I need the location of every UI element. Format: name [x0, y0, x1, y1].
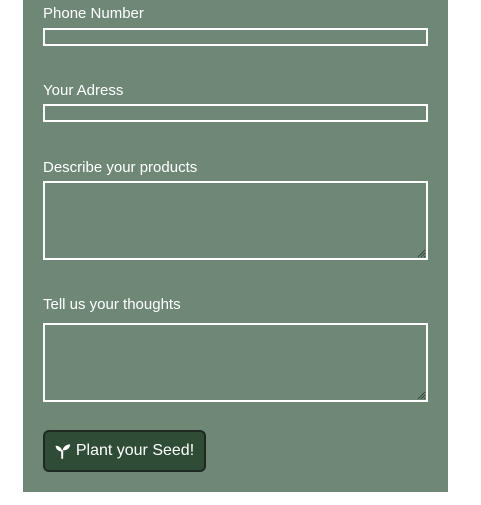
plant-your-seed-label: Plant your Seed! [75, 442, 195, 459]
describe-products-textarea[interactable] [43, 181, 428, 260]
plant-your-seed-button[interactable]: Plant your Seed! [43, 430, 206, 472]
phone-number-input[interactable] [43, 28, 428, 46]
resize-grip-icon[interactable] [417, 249, 426, 258]
address-input[interactable] [43, 104, 428, 122]
seedling-icon [55, 444, 71, 459]
resize-grip-icon[interactable] [417, 391, 426, 400]
describe-products-label: Describe your products [43, 159, 198, 176]
phone-number-label: Phone Number [43, 5, 144, 22]
thoughts-textarea[interactable] [43, 323, 428, 402]
contact-form-panel: Phone Number Your Adress Describe your p… [23, 0, 448, 492]
thoughts-label: Tell us your thoughts [43, 296, 181, 313]
address-label: Your Adress [43, 82, 124, 99]
